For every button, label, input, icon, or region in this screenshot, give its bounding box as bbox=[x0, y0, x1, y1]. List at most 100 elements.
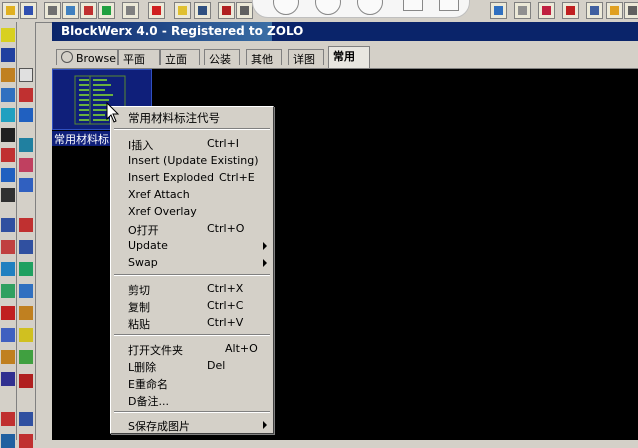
toolbar-publish-icon[interactable] bbox=[98, 2, 115, 19]
modify-join-icon[interactable] bbox=[19, 412, 33, 426]
dim-leader-icon[interactable] bbox=[19, 306, 33, 320]
pause-icon[interactable] bbox=[315, 0, 341, 15]
menu-item-insert-exploded[interactable]: Insert Exploded Ctrl+E bbox=[113, 169, 271, 186]
menu-item-rename[interactable]: E重命名 bbox=[113, 374, 271, 391]
draw-rect-icon[interactable] bbox=[1, 108, 15, 122]
toolbar-ruler-icon[interactable] bbox=[624, 2, 638, 19]
menu-item-paste[interactable]: 粘贴 Ctrl+V bbox=[113, 314, 271, 331]
modify-array-icon[interactable] bbox=[1, 306, 15, 320]
toolbar-match-icon[interactable] bbox=[174, 2, 191, 19]
modify-move-icon[interactable] bbox=[1, 328, 15, 342]
modify-stretch-icon[interactable] bbox=[1, 412, 15, 426]
toolbar-folder-icon[interactable] bbox=[2, 2, 19, 19]
menu-item-label: Swap bbox=[128, 256, 158, 269]
modify-align-icon[interactable] bbox=[19, 434, 33, 448]
modify-properties-icon[interactable] bbox=[19, 68, 33, 82]
tab-other[interactable]: 其他 bbox=[246, 49, 282, 66]
blockwerx-titlebar: BlockWerx 4.0 - Registered to ZOLO bbox=[52, 22, 638, 41]
context-menu: 常用材料标注代号 I插入 Ctrl+I Insert (Update Existi… bbox=[110, 106, 274, 434]
tab-browse[interactable]: Browse bbox=[56, 49, 118, 65]
toolbar-plot-icon[interactable] bbox=[80, 2, 97, 19]
modify-rotate-icon[interactable] bbox=[1, 350, 15, 364]
video-player-controls bbox=[252, 0, 470, 18]
draw-hatch-icon[interactable] bbox=[1, 128, 15, 142]
toolbar-preview-icon[interactable] bbox=[62, 2, 79, 19]
toolbar-print-icon[interactable] bbox=[44, 2, 61, 19]
menu-item-save-as-image[interactable]: S保存成图片 bbox=[113, 416, 271, 433]
menu-item-xref-overlay[interactable]: Xref Overlay bbox=[113, 203, 271, 220]
toolbar-warning-icon[interactable] bbox=[148, 2, 165, 19]
menu-item-shortcut: Ctrl+C bbox=[207, 299, 244, 312]
modify-explode-icon[interactable] bbox=[19, 178, 33, 192]
draw-table-icon[interactable] bbox=[1, 168, 15, 182]
minimize-window-icon[interactable] bbox=[403, 0, 423, 11]
menu-item-open[interactable]: O打开 Ctrl+O bbox=[113, 220, 271, 237]
modify-extend-icon[interactable] bbox=[19, 88, 33, 102]
modify-erase-icon[interactable] bbox=[1, 218, 15, 232]
tab-label: 平面 bbox=[123, 53, 145, 66]
dim-aligned-icon[interactable] bbox=[19, 240, 33, 254]
menu-item-shortcut: Ctrl+E bbox=[219, 171, 255, 184]
left-toolbar-modify bbox=[17, 22, 36, 448]
menu-item-swap[interactable]: Swap bbox=[113, 254, 271, 271]
toolbar-layers-icon[interactable] bbox=[122, 2, 139, 19]
toolbar-table-icon[interactable] bbox=[236, 2, 253, 19]
toolbar-frame-icon[interactable] bbox=[586, 2, 603, 19]
draw-arc-icon[interactable] bbox=[1, 68, 15, 82]
menu-item-open-folder[interactable]: 打开文件夹 Alt+O bbox=[113, 340, 271, 357]
menu-item-shortcut: Ctrl+O bbox=[207, 222, 245, 235]
menu-separator bbox=[114, 128, 270, 130]
toolbar-lock-icon[interactable] bbox=[538, 2, 555, 19]
menu-item-shortcut: Ctrl+X bbox=[207, 282, 244, 295]
tab-plan[interactable]: 平面 bbox=[118, 49, 160, 66]
toolbar-block-icon[interactable] bbox=[194, 2, 211, 19]
draw-polyline-icon[interactable] bbox=[1, 48, 15, 62]
dim-angular-icon[interactable] bbox=[19, 284, 33, 298]
modify-break-icon[interactable] bbox=[19, 108, 33, 122]
menu-item-label: O打开 bbox=[128, 224, 159, 237]
menu-item-label: Xref Attach bbox=[128, 188, 190, 201]
draw-line-icon[interactable] bbox=[1, 28, 15, 42]
modify-mirror-icon[interactable] bbox=[1, 262, 15, 276]
rewind-icon[interactable] bbox=[273, 0, 299, 15]
draw-point-icon[interactable] bbox=[1, 188, 15, 202]
toolbar-save-icon[interactable] bbox=[20, 2, 37, 19]
modify-trim-icon[interactable] bbox=[1, 434, 15, 448]
forward-icon[interactable] bbox=[357, 0, 383, 15]
toolbar-zoom-icon[interactable] bbox=[490, 2, 507, 19]
menu-item-cut[interactable]: 剪切 Ctrl+X bbox=[113, 280, 271, 297]
tab-elevation[interactable]: 立面 bbox=[160, 49, 200, 66]
modify-offset-icon[interactable] bbox=[1, 284, 15, 298]
modify-fillet-icon[interactable] bbox=[19, 158, 33, 172]
tab-common[interactable]: 常用 bbox=[328, 46, 370, 68]
tab-detail[interactable]: 详图 bbox=[288, 49, 324, 66]
menu-item-delete[interactable]: L删除 Del bbox=[113, 357, 271, 374]
dim-tolerance-icon[interactable] bbox=[19, 328, 33, 342]
menu-item-copy[interactable]: 复制 Ctrl+C bbox=[113, 297, 271, 314]
menu-item-insert-update[interactable]: Insert (Update Existing) bbox=[113, 152, 271, 169]
menu-item-notes[interactable]: D备注... bbox=[113, 391, 271, 408]
draw-circle-icon[interactable] bbox=[1, 88, 15, 102]
toolbar-scale-icon[interactable] bbox=[514, 2, 531, 19]
text-style-icon[interactable] bbox=[19, 374, 33, 388]
modify-chamfer-icon[interactable] bbox=[19, 138, 33, 152]
draw-region-icon[interactable] bbox=[1, 148, 15, 162]
menu-item-label: 粘贴 bbox=[128, 318, 150, 331]
modify-scale-icon[interactable] bbox=[1, 372, 15, 386]
dim-linear-icon[interactable] bbox=[19, 218, 33, 232]
menu-header-label: 常用材料标注代号 bbox=[128, 111, 220, 125]
menu-item-update[interactable]: Update bbox=[113, 237, 271, 254]
dim-radius-icon[interactable] bbox=[19, 262, 33, 276]
menu-item-insert[interactable]: I插入 Ctrl+I bbox=[113, 135, 271, 152]
tab-label: Browse bbox=[76, 52, 117, 65]
tab-public[interactable]: 公装 bbox=[204, 49, 240, 66]
menu-item-label: D备注... bbox=[128, 395, 169, 408]
toolbar-pen-icon[interactable] bbox=[606, 2, 623, 19]
left-toolbar-draw bbox=[0, 22, 17, 448]
toolbar-magnet-icon[interactable] bbox=[562, 2, 579, 19]
restore-window-icon[interactable] bbox=[439, 0, 459, 11]
toolbar-text-icon[interactable] bbox=[218, 2, 235, 19]
dim-center-icon[interactable] bbox=[19, 350, 33, 364]
menu-item-xref-attach[interactable]: Xref Attach bbox=[113, 186, 271, 203]
modify-copy-icon[interactable] bbox=[1, 240, 15, 254]
